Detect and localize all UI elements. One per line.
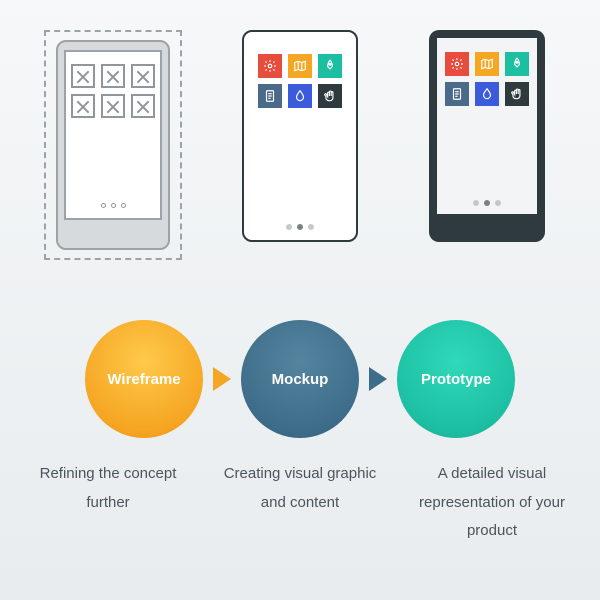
- placeholder-box: [101, 94, 125, 118]
- descriptions-row: Refining the concept further Creating vi…: [0, 460, 600, 546]
- wireframe-bounds: [44, 30, 182, 260]
- dot-icon: [286, 224, 292, 230]
- dot-icon: [101, 203, 106, 208]
- stage-desc: Refining the concept further: [23, 460, 193, 546]
- stage-label: Wireframe: [107, 371, 180, 388]
- mockup-device: [242, 30, 358, 242]
- page-dots: [286, 224, 314, 230]
- placeholder-box: [131, 94, 155, 118]
- drop-icon: [475, 82, 499, 106]
- stage-prototype: Prototype: [397, 320, 515, 438]
- arrow-icon: [369, 367, 387, 391]
- wireframe-screen: [64, 50, 162, 220]
- app-grid: [445, 52, 529, 106]
- phones-row: [0, 0, 600, 280]
- prototype-screen: [437, 38, 537, 214]
- stage-desc: A detailed visual representation of your…: [407, 460, 577, 546]
- doc-icon: [445, 82, 469, 106]
- placeholder-box: [131, 64, 155, 88]
- placeholder-box: [101, 64, 125, 88]
- gear-icon: [258, 54, 282, 78]
- placeholder-box: [71, 94, 95, 118]
- dot-icon: [121, 203, 126, 208]
- dot-icon: [111, 203, 116, 208]
- stage-mockup: Mockup: [241, 320, 359, 438]
- prototype-device: [429, 30, 545, 242]
- page-dots: [101, 203, 126, 208]
- rocket-icon: [318, 54, 342, 78]
- stage-desc: Creating visual graphic and content: [215, 460, 385, 546]
- app-grid: [258, 54, 342, 108]
- wireframe-grid: [71, 64, 155, 118]
- dot-icon: [484, 200, 490, 206]
- drop-icon: [288, 84, 312, 108]
- prototype-phone: [407, 30, 567, 260]
- wireframe-phone: [33, 30, 193, 260]
- dot-icon: [297, 224, 303, 230]
- dot-icon: [308, 224, 314, 230]
- arrow-icon: [213, 367, 231, 391]
- wireframe-device: [56, 40, 170, 250]
- map-icon: [288, 54, 312, 78]
- dot-icon: [495, 200, 501, 206]
- placeholder-box: [71, 64, 95, 88]
- gear-icon: [445, 52, 469, 76]
- rocket-icon: [505, 52, 529, 76]
- dot-icon: [473, 200, 479, 206]
- stage-wireframe: Wireframe: [85, 320, 203, 438]
- stage-label: Prototype: [421, 371, 491, 388]
- map-icon: [475, 52, 499, 76]
- stages-row: Wireframe Mockup Prototype: [0, 320, 600, 438]
- hand-icon: [505, 82, 529, 106]
- doc-icon: [258, 84, 282, 108]
- hand-icon: [318, 84, 342, 108]
- stage-label: Mockup: [272, 371, 329, 388]
- page-dots: [473, 200, 501, 206]
- mockup-phone: [220, 30, 380, 260]
